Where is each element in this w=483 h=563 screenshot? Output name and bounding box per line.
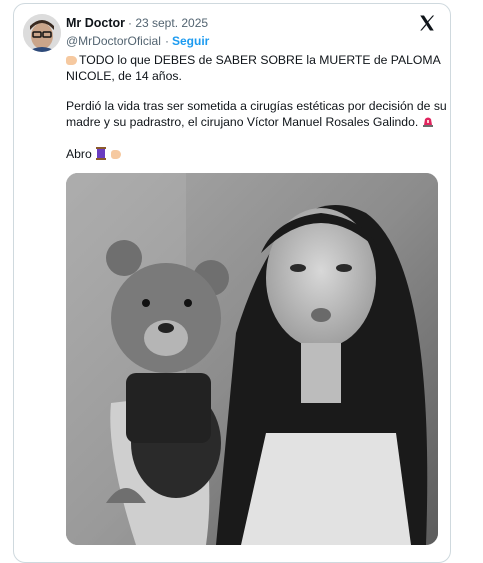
follow-button[interactable]: Seguir [172,34,209,48]
tweet-text-line-3: Perdió la vida tras ser sometida a cirug… [66,99,447,113]
pointing-hand-icon [110,150,121,159]
tweet-date[interactable]: · 23 sept. 2025 [128,16,208,30]
tweet-text-line-2: NICOLE, de 14 años. [66,69,182,83]
author-handle[interactable]: @MrDoctorOficial [66,34,161,48]
x-logo-icon[interactable] [418,14,436,32]
spool-icon [96,147,107,160]
tweet-line-4-text: madre y su padrastro, el cirujano Víctor… [66,115,419,129]
siren-icon [422,117,433,127]
photo-image [66,173,438,545]
tweet-line-1-text: TODO lo que DEBES de SABER SOBRE la MUER… [79,53,441,67]
pointing-hand-icon [66,56,77,65]
separator-dot: · [165,34,169,48]
tweet-text-line-4: madre y su padrastro, el cirujano Víctor… [66,114,434,130]
avatar[interactable] [23,14,61,52]
tweet-text-line-1: TODO lo que DEBES de SABER SOBRE la MUER… [66,52,441,68]
tweet-line-5-text: Abro [66,147,92,161]
tweet-text-line-5: Abro [66,146,123,162]
author-name[interactable]: Mr Doctor [66,16,125,30]
tweet-photo[interactable] [66,173,438,545]
